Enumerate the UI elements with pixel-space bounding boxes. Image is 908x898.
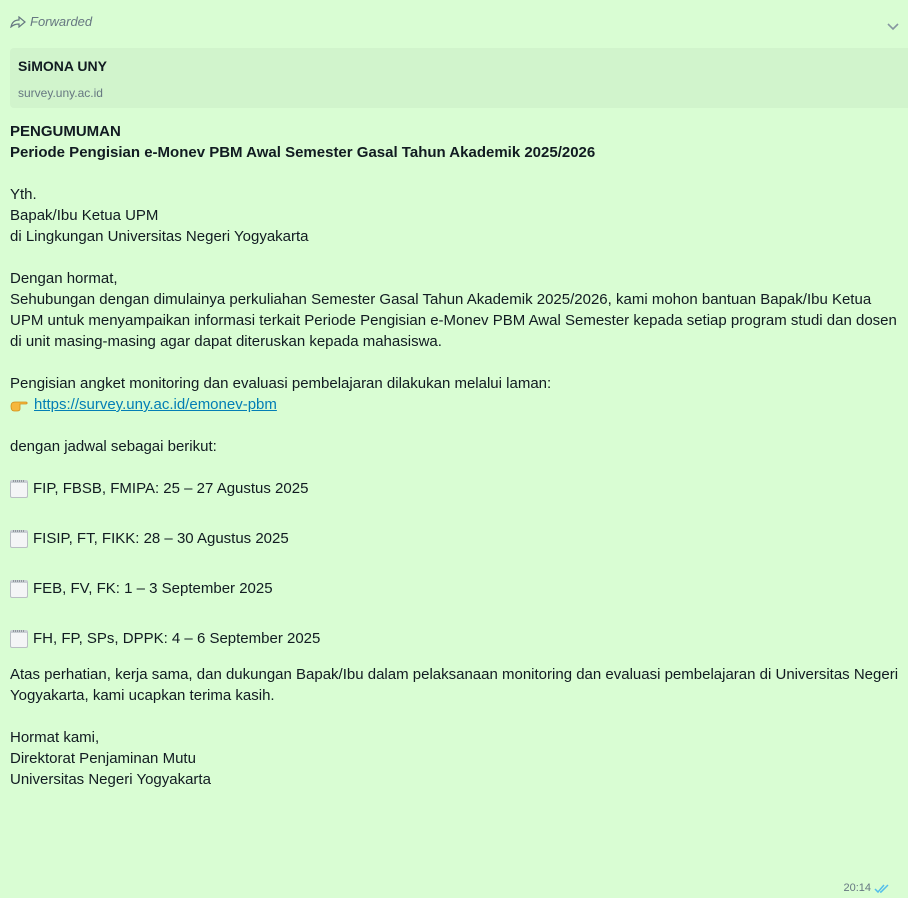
pointing-hand-icon [10,401,28,411]
schedule-item: FEB, FV, FK: 1 – 3 September 2025 [10,578,905,599]
survey-link[interactable]: https://survey.uny.ac.id/emonev-pbm [34,394,277,415]
schedule-item-text: FH, FP, SPs, DPPK: 4 – 6 September 2025 [33,630,321,647]
calendar-icon [10,579,28,598]
announcement-subheading: Periode Pengisian e-Monev PBM Awal Semes… [10,144,596,161]
signature-line: Direktorat Penjaminan Mutu [10,750,196,767]
schedule-item-text: FISIP, FT, FIKK: 28 – 30 Agustus 2025 [33,530,289,547]
opening-line: Dengan hormat, [10,270,118,287]
calendar-icon [10,479,28,498]
message-bubble[interactable]: Forwarded SiMONA UNY survey.uny.ac.id PE… [0,0,908,898]
body-paragraph: Sehubungan dengan dimulainya perkuliahan… [10,291,897,350]
double-check-icon [874,883,889,893]
calendar-icon [10,529,28,548]
link-preview-domain: survey.uny.ac.id [18,86,103,100]
schedule-intro: dengan jadwal sebagai berikut: [10,438,217,455]
signature-line: Universitas Negeri Yogyakarta [10,771,211,788]
forwarded-indicator: Forwarded [10,14,92,29]
message-text: PENGUMUMAN Periode Pengisian e-Monev PBM… [10,121,905,790]
chevron-down-icon[interactable] [886,22,900,32]
signature-line: Hormat kami, [10,729,100,746]
schedule-item: FH, FP, SPs, DPPK: 4 – 6 September 2025 [10,628,905,649]
calendar-icon [10,629,28,648]
schedule-item: FISIP, FT, FIKK: 28 – 30 Agustus 2025 [10,528,905,549]
announcement-heading: PENGUMUMAN [10,123,121,140]
timestamp: 20:14 [843,882,871,894]
closing-paragraph: Atas perhatian, kerja sama, dan dukungan… [10,666,899,704]
forward-arrow-icon [10,15,26,28]
link-preview-title: SiMONA UNY [18,58,107,74]
link-intro: Pengisian angket monitoring dan evaluasi… [10,375,552,392]
greeting-line: Yth. [10,186,37,203]
link-line: https://survey.uny.ac.id/emonev-pbm [10,394,905,415]
greeting-line: di Lingkungan Universitas Negeri Yogyaka… [10,228,309,245]
message-meta: 20:14 [843,882,890,894]
schedule-item-text: FEB, FV, FK: 1 – 3 September 2025 [33,580,273,597]
schedule-item: FIP, FBSB, FMIPA: 25 – 27 Agustus 2025 [10,478,905,499]
link-preview[interactable]: SiMONA UNY survey.uny.ac.id [10,48,908,108]
forwarded-label: Forwarded [30,14,93,29]
schedule-item-text: FIP, FBSB, FMIPA: 25 – 27 Agustus 2025 [33,480,309,497]
greeting-line: Bapak/Ibu Ketua UPM [10,207,159,224]
